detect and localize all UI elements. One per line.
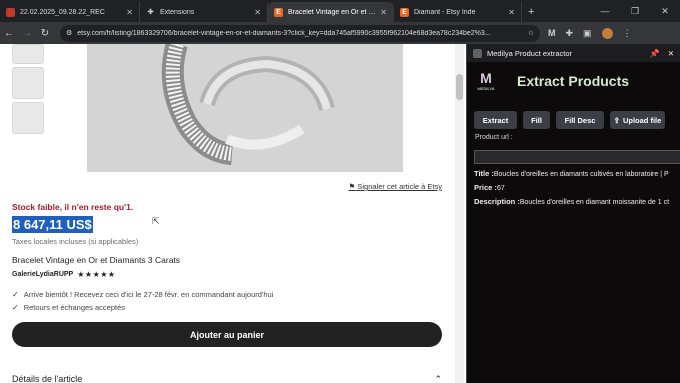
- mouse-cursor-icon: ⇱: [152, 216, 160, 226]
- side-panel-header: Medilya Product extractor 📌 ✕: [467, 44, 680, 62]
- add-to-cart-button[interactable]: Ajouter au panier: [12, 322, 442, 347]
- close-icon[interactable]: ✕: [668, 49, 674, 58]
- price: 8 647,11 US$: [12, 216, 93, 233]
- logo-mark: M: [480, 70, 492, 86]
- avatar[interactable]: [601, 27, 613, 39]
- bookmark-star-icon[interactable]: ☆: [528, 29, 534, 37]
- check-icon: ✓: [12, 303, 19, 312]
- thumbnail[interactable]: [12, 102, 44, 134]
- returns-text: Retours et échanges acceptés: [23, 303, 126, 312]
- item-details-toggle[interactable]: Détails de l'article ⌃: [12, 374, 442, 383]
- product-url-input[interactable]: [474, 150, 680, 164]
- tab-diamant[interactable]: E Diamant - Etsy Inde ✕: [394, 2, 522, 22]
- side-panel-title: Medilya Product extractor: [487, 48, 573, 58]
- url-text: etsy.com/fr/listing/1863329706/bracelet-…: [77, 29, 491, 37]
- extension-side-panel: Medilya Product extractor 📌 ✕ M MEDILYA …: [466, 44, 680, 383]
- report-link[interactable]: ⚑ Signaler cet article à Etsy: [349, 182, 442, 191]
- extension-title: Extract Products: [517, 73, 630, 89]
- side-panel-icon[interactable]: ▣: [583, 28, 592, 39]
- extension-buttons: Extract Fill Fill Desc ⇪ Upload file: [474, 111, 665, 129]
- price-label: Price :: [474, 183, 497, 192]
- menu-icon[interactable]: ⋮: [623, 28, 632, 39]
- details-header: Détails de l'article: [12, 374, 83, 383]
- upload-file-label: Upload file: [622, 115, 662, 125]
- tab-bar: 22.02.2025_09.28.22_REC ✕ ✚ Extensions ✕…: [0, 0, 680, 22]
- report-link-text: Signaler cet article à Etsy: [357, 182, 442, 191]
- returns-info: ✓ Retours et échanges acceptés: [12, 303, 125, 312]
- etsy-icon: E: [274, 7, 283, 17]
- flag-icon: ⚑: [348, 182, 356, 191]
- minimize-button[interactable]: —: [590, 6, 620, 16]
- product-url-label: Product url :: [475, 134, 513, 141]
- thumbnail-list: [12, 44, 44, 137]
- description-field: Description :Boucles d'oreilles en diama…: [474, 197, 680, 206]
- close-window-button[interactable]: ✕: [650, 6, 680, 17]
- tab-bracelet[interactable]: E Bracelet Vintage en Or et Diam... ✕: [268, 2, 394, 22]
- thumbnail[interactable]: [12, 67, 44, 99]
- price-value: 67: [496, 185, 505, 192]
- fill-desc-button[interactable]: Fill Desc: [556, 111, 604, 129]
- tab-title: Diamant - Etsy Inde: [414, 8, 476, 16]
- address-bar[interactable]: ⚙ etsy.com/fr/listing/1863329706/bracele…: [60, 24, 540, 42]
- shop-name[interactable]: GalerieLydiaRUPP: [12, 271, 73, 278]
- puzzle-icon: ✚: [147, 9, 154, 16]
- tab-extensions[interactable]: ✚ Extensions ✕: [140, 2, 268, 22]
- product-image[interactable]: [87, 44, 403, 172]
- title-label: Title :: [474, 169, 494, 178]
- delivery-text: Arrive bientôt ! Recevez ceci d'ici le 2…: [23, 290, 274, 299]
- tab-recording[interactable]: 22.02.2025_09.28.22_REC ✕: [0, 2, 140, 22]
- window-controls: — ❐ ✕: [590, 0, 680, 22]
- tab-title: 22.02.2025_09.28.22_REC: [20, 8, 105, 16]
- upload-file-button[interactable]: ⇪ Upload file: [610, 111, 665, 129]
- description-label: Description :: [474, 197, 520, 206]
- delivery-info: ✓ Arrive bientôt ! Recevez ceci d'ici le…: [12, 290, 273, 299]
- thumbnail[interactable]: [12, 44, 44, 64]
- forward-icon[interactable]: →: [18, 28, 36, 39]
- shop-info: GalerieLydiaRUPP ★★★★★: [12, 270, 116, 279]
- maximize-button[interactable]: ❐: [620, 6, 650, 17]
- close-icon[interactable]: ✕: [254, 8, 261, 17]
- extension-m-icon[interactable]: M: [548, 28, 556, 38]
- tab-title: Extensions: [160, 8, 195, 16]
- etsy-icon: E: [400, 7, 409, 17]
- title-value: Boucles d'oreilles en diamants cultivés …: [493, 171, 669, 178]
- tab-title: Bracelet Vintage en Or et Diam...: [288, 8, 376, 16]
- fill-button[interactable]: Fill: [523, 111, 550, 129]
- video-icon: [6, 7, 15, 17]
- scrollbar-thumb[interactable]: [456, 74, 463, 100]
- description-value: Boucles d'oreilles en diamant moissanite…: [519, 199, 670, 206]
- product-page: ⚑ Signaler cet article à Etsy Stock faib…: [0, 44, 466, 383]
- upload-icon: ⇪: [613, 115, 620, 125]
- rating-stars: ★★★★★: [77, 270, 116, 279]
- extension-icon: [473, 48, 482, 58]
- bracelet-image: [87, 44, 403, 172]
- scrollbar[interactable]: [455, 44, 464, 383]
- close-icon[interactable]: ✕: [380, 8, 387, 17]
- pin-icon[interactable]: 📌: [650, 49, 660, 58]
- logo-label: MEDILYA: [477, 86, 495, 91]
- extract-button[interactable]: Extract: [474, 111, 517, 129]
- chevron-up-icon: ⌃: [434, 374, 442, 383]
- browser-toolbar: ← → ↻ ⚙ etsy.com/fr/listing/1863329706/b…: [0, 22, 680, 44]
- close-icon[interactable]: ✕: [508, 8, 515, 17]
- reload-icon[interactable]: ↻: [36, 28, 54, 39]
- extensions-puzzle-icon[interactable]: ✚: [566, 28, 574, 39]
- logo: M MEDILYA: [475, 70, 497, 91]
- close-icon[interactable]: ✕: [126, 8, 133, 17]
- tax-note: Taxes locales incluses (si applicables): [12, 237, 139, 246]
- stock-warning: Stock faible, il n'en reste qu'1.: [12, 202, 134, 212]
- new-tab-button[interactable]: +: [522, 2, 540, 22]
- price-field: Price :67: [474, 183, 680, 192]
- title-field: Title :Boucles d'oreilles en diamants cu…: [474, 169, 680, 178]
- product-title: Bracelet Vintage en Or et Diamants 3 Car…: [12, 255, 181, 265]
- check-icon: ✓: [12, 290, 19, 299]
- back-icon[interactable]: ←: [0, 28, 18, 39]
- site-info-icon[interactable]: ⚙: [66, 29, 72, 37]
